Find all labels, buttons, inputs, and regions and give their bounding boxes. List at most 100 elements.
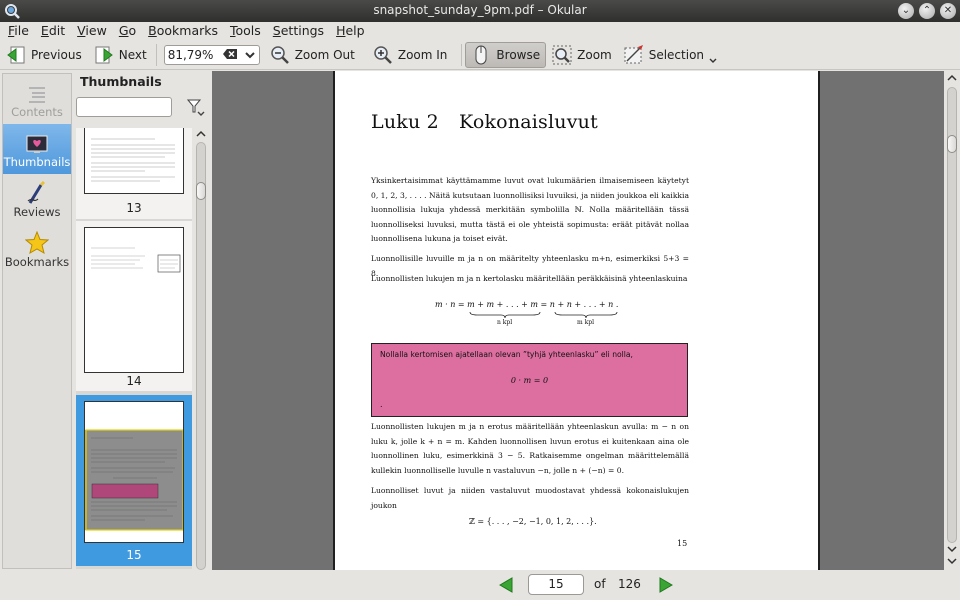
- minimize-button[interactable]: ⌄: [898, 3, 914, 19]
- document-view[interactable]: Luku 2 Kokonaisluvut Yksinkertaisimmat kä…: [212, 71, 944, 570]
- tab-bookmarks[interactable]: Bookmarks: [3, 224, 71, 274]
- tab-thumbnails[interactable]: Thumbnails: [3, 124, 71, 174]
- side-panel-tabs: Contents Thumbnails Reviews Bookmarks: [2, 73, 72, 569]
- zoom-in-label: Zoom In: [397, 47, 448, 62]
- thumbnail-image: [84, 401, 184, 543]
- scrollbar-handle[interactable]: [947, 135, 957, 153]
- mouse-icon: [471, 45, 491, 65]
- tab-contents-label: Contents: [11, 105, 63, 119]
- browse-label: Browse: [496, 47, 541, 62]
- page-number-footer: 15: [677, 539, 688, 548]
- reviews-icon: [26, 179, 48, 205]
- clear-icon[interactable]: [222, 48, 237, 62]
- thumbnail-scrollbar[interactable]: [194, 128, 208, 579]
- menu-bookmarks[interactable]: Bookmarks: [142, 22, 224, 40]
- menu-settings[interactable]: Settings: [267, 22, 330, 40]
- tab-thumbnails-label: Thumbnails: [3, 155, 71, 169]
- previous-label: Previous: [31, 47, 82, 62]
- zoom-out-button[interactable]: Zoom Out: [264, 42, 361, 68]
- tab-reviews-label: Reviews: [13, 205, 61, 219]
- title-bar: snapshot_sunday_9pm.pdf – Okular ⌄ ⌃ ✕: [0, 0, 960, 22]
- menu-help[interactable]: Help: [330, 22, 371, 40]
- next-label: Next: [118, 47, 147, 62]
- zoom-out-icon: [270, 45, 290, 65]
- document-page: Luku 2 Kokonaisluvut Yksinkertaisimmat kä…: [333, 71, 820, 570]
- thumbnail-list[interactable]: 13 14 15: [76, 128, 192, 569]
- zoom-value: 81,79%: [167, 47, 214, 62]
- thumbnail-number: 13: [126, 201, 142, 215]
- thumbnails-heading: Thumbnails: [80, 74, 162, 89]
- multiplication-formula: m · n = m + m + . . . + m = n + n + . . …: [435, 300, 619, 309]
- zoom-combobox[interactable]: 81,79%: [163, 44, 260, 65]
- total-pages: 126: [618, 577, 641, 591]
- definition-box: Nollalla kertomisen ajatellaan olevan ”t…: [371, 343, 688, 417]
- window-title: snapshot_sunday_9pm.pdf – Okular: [373, 3, 587, 17]
- tab-reviews[interactable]: Reviews: [3, 174, 71, 224]
- chapter-title: Kokonaisluvut: [458, 111, 598, 133]
- brace-label: m kpl: [577, 319, 594, 326]
- maximize-button[interactable]: ⌃: [919, 3, 935, 19]
- menu-file[interactable]: File: [2, 22, 35, 40]
- menu-tools[interactable]: Tools: [224, 22, 267, 40]
- scroll-up-icon[interactable]: [194, 130, 208, 140]
- definition-text: Nollalla kertomisen ajatellaan olevan ”t…: [380, 350, 633, 359]
- scrollbar-track[interactable]: [947, 87, 957, 543]
- previous-button[interactable]: Previous: [0, 42, 88, 68]
- thumbnail-page-14[interactable]: 14: [76, 221, 192, 391]
- scroll-down-icon[interactable]: [945, 545, 959, 555]
- brace-label: n kpl: [497, 319, 513, 326]
- thumbnails-icon: [26, 129, 48, 155]
- menu-go[interactable]: Go: [113, 22, 142, 40]
- previous-page-arrow-icon[interactable]: [498, 576, 516, 594]
- next-button[interactable]: Next: [88, 42, 153, 68]
- zoom-in-button[interactable]: Zoom In: [367, 42, 454, 68]
- chevron-down-icon[interactable]: [709, 57, 717, 67]
- tab-contents[interactable]: Contents: [3, 74, 71, 124]
- paragraph: Luonnollisten lukujen m ja n erotus määr…: [371, 422, 689, 475]
- menu-edit[interactable]: Edit: [35, 22, 71, 40]
- definition-end: .: [380, 400, 383, 409]
- page-navigation-bar: 15 of 126: [0, 570, 960, 600]
- thumbnail-number: 15: [126, 548, 142, 562]
- chevron-down-icon[interactable]: [244, 48, 255, 65]
- browse-tool-button[interactable]: Browse: [465, 41, 547, 68]
- zoom-tool-icon: [552, 45, 572, 65]
- scrollbar-handle[interactable]: [196, 182, 206, 200]
- scroll-up-icon[interactable]: [945, 74, 959, 84]
- thumbnail-page-13[interactable]: 13: [76, 128, 192, 219]
- selection-tool-button[interactable]: Selection: [618, 42, 723, 68]
- menu-view[interactable]: View: [71, 22, 113, 40]
- thumbnail-image: [84, 227, 184, 373]
- thumbnail-page-15[interactable]: 15: [76, 395, 192, 566]
- toolbar-separator: [461, 43, 463, 66]
- zoom-out-label: Zoom Out: [294, 47, 355, 62]
- scrollbar-track[interactable]: [196, 142, 206, 570]
- toolbar-separator: [155, 43, 157, 66]
- thumbnails-panel: Thumbnails 13 14 15: [75, 73, 210, 579]
- document-scrollbar[interactable]: [944, 71, 960, 570]
- chapter-heading: Luku 2 Kokonaisluvut: [371, 111, 598, 133]
- bookmarks-icon: [25, 229, 49, 255]
- zoom-in-icon: [373, 45, 393, 65]
- zoom-tool-label: Zoom: [577, 47, 612, 62]
- filter-icon[interactable]: [186, 99, 205, 120]
- thumbnail-image: [84, 128, 184, 194]
- close-button[interactable]: ✕: [940, 3, 956, 19]
- chapter-number: Luku 2: [371, 111, 439, 133]
- integers-formula: ℤ = {. . . , −2, −1, 0, 1, 2, . . .}.: [469, 517, 597, 526]
- paragraph: Luonnolliset luvut ja niiden vastaluvut …: [371, 486, 689, 510]
- next-page-arrow-icon[interactable]: [656, 576, 674, 594]
- next-page-icon: [94, 45, 114, 65]
- previous-page-icon: [6, 45, 26, 65]
- thumbnail-search-input[interactable]: [76, 97, 172, 117]
- menu-bar: File Edit View Go Bookmarks Tools Settin…: [0, 22, 960, 40]
- zoom-tool-button[interactable]: Zoom: [546, 42, 618, 68]
- scroll-down-icon[interactable]: [945, 557, 959, 567]
- paragraph: Luonnollisten lukujen m ja n kertolasku …: [371, 274, 688, 283]
- selection-icon: [624, 44, 644, 65]
- underbraces: [469, 311, 618, 319]
- contents-icon: [27, 79, 47, 105]
- thumbnail-number: 14: [126, 374, 142, 388]
- page-number-input[interactable]: 15: [528, 574, 584, 595]
- tab-bookmarks-label: Bookmarks: [4, 255, 70, 269]
